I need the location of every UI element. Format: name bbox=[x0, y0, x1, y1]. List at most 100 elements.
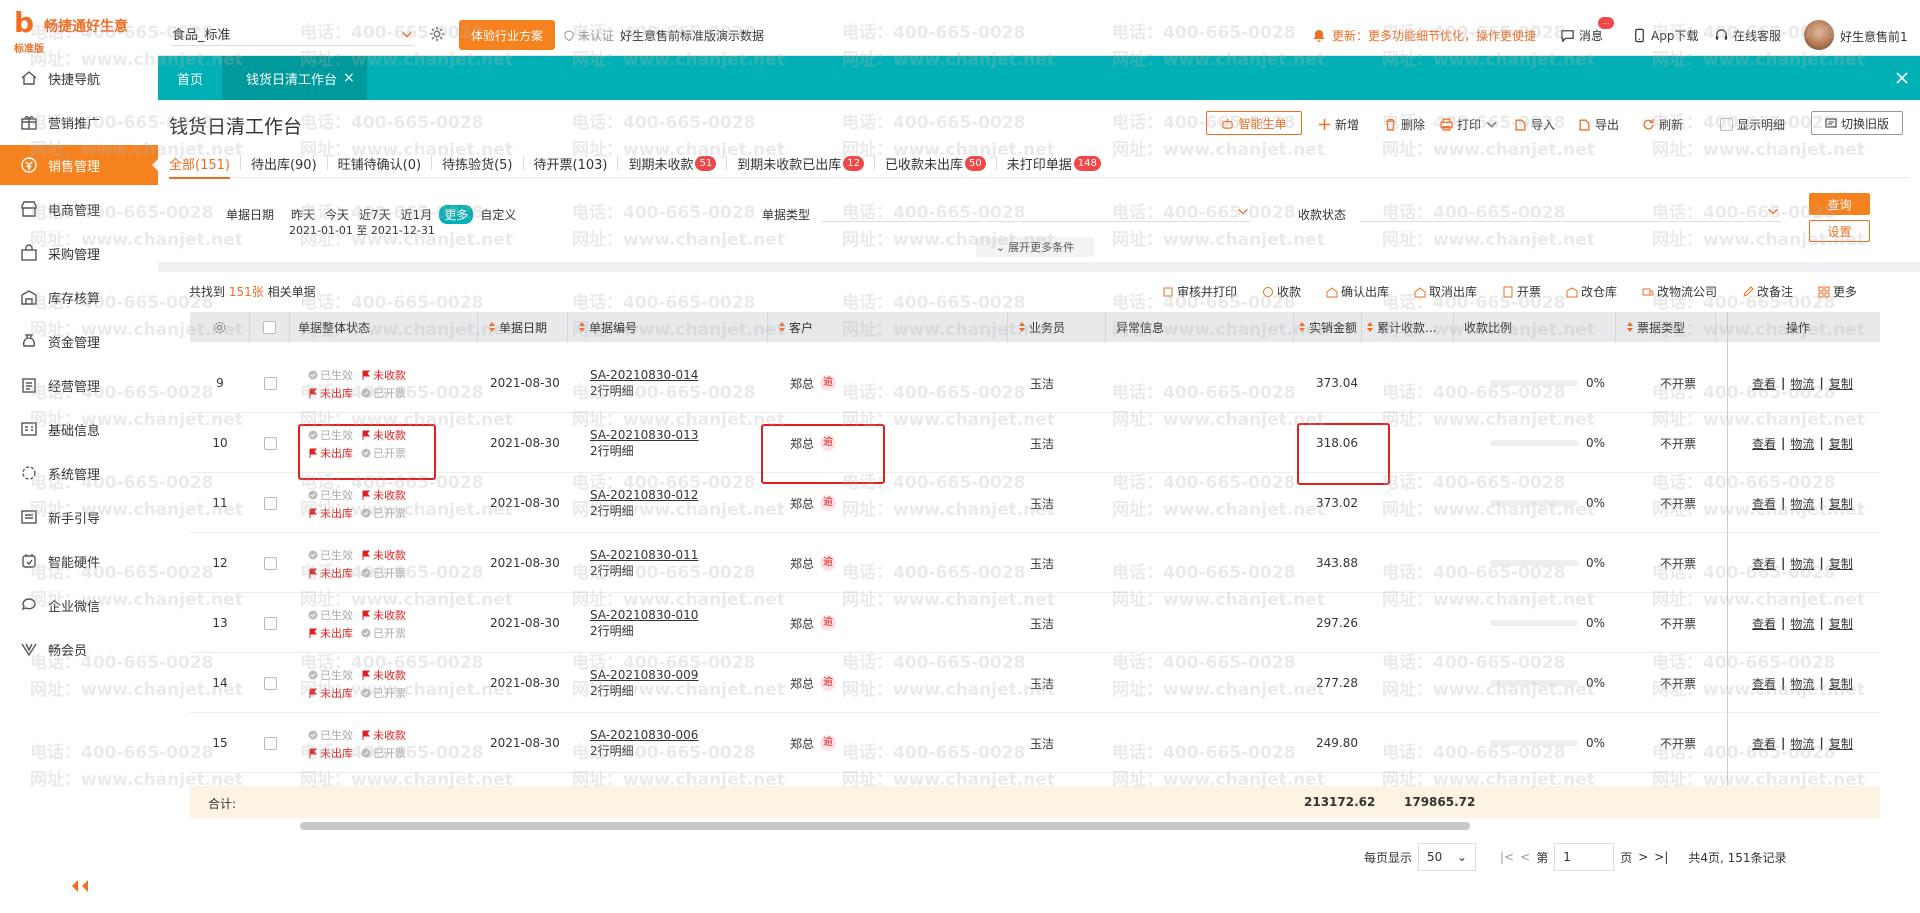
close-tab-icon[interactable]: × bbox=[343, 70, 355, 86]
table-row[interactable]: 11 已生效 未收款 未出库 已开票 2021-08-30 SA-20210830-012 2… bbox=[190, 473, 1880, 533]
show-detail-checkbox[interactable] bbox=[1720, 117, 1733, 131]
date-range-value[interactable]: 2021-01-01 至 2021-12-31 bbox=[289, 222, 435, 238]
change-warehouse-button[interactable]: 改仓库 bbox=[1566, 283, 1617, 300]
account-select[interactable]: 食品_标准 bbox=[172, 22, 414, 46]
date-more[interactable]: 更多 bbox=[439, 205, 474, 224]
user-avatar[interactable] bbox=[1804, 20, 1834, 50]
table-row[interactable]: 10 已生效 未收款 未出库 已开票 2021-08-30 SA-20210830-013 2… bbox=[190, 413, 1880, 473]
next-page-icon[interactable]: > bbox=[1638, 850, 1648, 864]
smart-create-button[interactable]: 智能生单 bbox=[1206, 111, 1302, 135]
import-button[interactable]: 导入 bbox=[1514, 112, 1555, 136]
view-link[interactable]: 查看 bbox=[1752, 375, 1776, 392]
col-received[interactable]: 累计收款... bbox=[1362, 312, 1454, 342]
view-link[interactable]: 查看 bbox=[1752, 735, 1776, 752]
row-select[interactable] bbox=[250, 413, 290, 473]
print-button[interactable]: 打印 bbox=[1440, 112, 1498, 136]
date-custom[interactable]: 自定义 bbox=[477, 205, 519, 224]
gear-icon[interactable] bbox=[428, 25, 446, 43]
row-select[interactable] bbox=[250, 713, 290, 773]
copy-link[interactable]: 复制 bbox=[1829, 435, 1853, 452]
close-icon[interactable] bbox=[1894, 70, 1910, 86]
table-row[interactable]: 12 已生效 未收款 未出库 已开票 2021-08-30 SA-20210830-011 2… bbox=[190, 533, 1880, 593]
tab-home[interactable]: 首页 bbox=[158, 56, 222, 100]
view-link[interactable]: 查看 bbox=[1752, 435, 1776, 452]
change-logistics-button[interactable]: 改物流公司 bbox=[1642, 283, 1717, 300]
show-detail-toggle[interactable]: 显示明细 bbox=[1720, 112, 1785, 136]
logistics-link[interactable]: 物流 bbox=[1790, 435, 1814, 452]
cancel-outbound-button[interactable]: 取消出库 bbox=[1414, 283, 1477, 300]
tab-shop-pending[interactable]: 旺铺待确认(0) bbox=[338, 148, 421, 178]
col-ticket[interactable]: 票据类型 bbox=[1616, 312, 1716, 342]
online-support-button[interactable]: 在线客服 bbox=[1714, 27, 1781, 44]
order-code-link[interactable]: SA-20210830-014 bbox=[590, 368, 698, 382]
horizontal-scrollbar[interactable] bbox=[300, 822, 1470, 830]
table-row[interactable]: 15 已生效 未收款 未出库 已开票 2021-08-30 SA-20210830-006 2… bbox=[190, 713, 1880, 773]
row-checkbox[interactable] bbox=[263, 556, 277, 570]
row-select[interactable] bbox=[250, 353, 290, 413]
col-date[interactable]: 单据日期 bbox=[478, 312, 568, 342]
view-link[interactable]: 查看 bbox=[1752, 555, 1776, 572]
audit-print-button[interactable]: 审核并打印 bbox=[1162, 283, 1237, 300]
collapse-sidebar-icon[interactable] bbox=[70, 878, 90, 894]
copy-link[interactable]: 复制 bbox=[1829, 495, 1853, 512]
expand-conditions-button[interactable]: ⌄ 展开更多条件 bbox=[976, 237, 1094, 257]
export-button[interactable]: 导出 bbox=[1578, 112, 1619, 136]
col-code[interactable]: 单据编号 bbox=[568, 312, 768, 342]
select-all[interactable] bbox=[250, 312, 290, 342]
update-notice[interactable]: 更新：更多功能细节优化，操作更便捷 bbox=[1312, 27, 1540, 44]
row-select[interactable] bbox=[250, 533, 290, 593]
add-button[interactable]: 新增 bbox=[1318, 112, 1359, 136]
order-code-link[interactable]: SA-20210830-006 bbox=[590, 728, 698, 742]
change-remark-button[interactable]: 改备注 bbox=[1742, 283, 1793, 300]
page-input[interactable]: 1 bbox=[1554, 843, 1615, 871]
tab-overdue-shipped[interactable]: 到期未收款已出库 12 bbox=[737, 148, 864, 178]
sidebar-item-hardware[interactable]: 智能硬件 bbox=[0, 541, 158, 581]
sidebar-item-system[interactable]: 系统管理 bbox=[0, 453, 158, 493]
table-row[interactable]: 14 已生效 未收款 未出库 已开票 2021-08-30 SA-20210830-009 2… bbox=[190, 653, 1880, 713]
sidebar-item-funds[interactable]: 资金管理 bbox=[0, 321, 158, 361]
tab-pending-check[interactable]: 待拣验货(5) bbox=[442, 148, 512, 178]
col-staff[interactable]: 业务员 bbox=[1008, 312, 1106, 342]
row-checkbox[interactable] bbox=[263, 436, 277, 450]
sidebar-item-operations[interactable]: 经营管理 bbox=[0, 365, 158, 405]
tab-pending-invoice[interactable]: 待开票(103) bbox=[534, 148, 608, 178]
view-link[interactable]: 查看 bbox=[1752, 675, 1776, 692]
receive-payment-button[interactable]: 收款 bbox=[1262, 283, 1301, 300]
logistics-link[interactable]: 物流 bbox=[1790, 735, 1814, 752]
app-download-button[interactable]: App下载 bbox=[1632, 27, 1698, 44]
select-all-checkbox[interactable] bbox=[263, 320, 276, 334]
table-row[interactable]: 13 已生效 未收款 未出库 已开票 2021-08-30 SA-20210830-010 2… bbox=[190, 593, 1880, 653]
query-button[interactable]: 查询 bbox=[1809, 193, 1870, 215]
tab-current[interactable]: 钱货日清工作台 × bbox=[222, 56, 367, 100]
sidebar-item-quick-nav[interactable]: 快捷导航 bbox=[0, 58, 158, 98]
invoice-button[interactable]: 开票 bbox=[1502, 283, 1541, 300]
tab-overdue-unpaid[interactable]: 到期未收款 51 bbox=[628, 148, 717, 178]
table-row[interactable]: 9 已生效 未收款 未出库 已开票 2021-08-30 SA-20210830-014 2行… bbox=[190, 353, 1880, 413]
copy-link[interactable]: 复制 bbox=[1829, 375, 1853, 392]
trial-industry-button[interactable]: 体验行业方案 bbox=[459, 20, 556, 50]
copy-link[interactable]: 复制 bbox=[1829, 735, 1853, 752]
row-checkbox[interactable] bbox=[263, 376, 277, 390]
app-logo[interactable]: b 畅捷通好生意 标准版 bbox=[0, 0, 158, 56]
row-checkbox[interactable] bbox=[263, 676, 277, 690]
order-code-link[interactable]: SA-20210830-013 bbox=[590, 428, 698, 442]
copy-link[interactable]: 复制 bbox=[1829, 615, 1853, 632]
messages-button[interactable]: 消息 bbox=[1560, 27, 1603, 44]
tab-paid-unshipped[interactable]: 已收款未出库 50 bbox=[885, 148, 986, 178]
sidebar-item-purchase[interactable]: 采购管理 bbox=[0, 233, 158, 273]
per-page-select[interactable]: 50 ⌄ bbox=[1418, 843, 1477, 871]
copy-link[interactable]: 复制 bbox=[1829, 675, 1853, 692]
row-checkbox[interactable] bbox=[263, 736, 277, 750]
order-code-link[interactable]: SA-20210830-011 bbox=[590, 548, 698, 562]
column-settings[interactable] bbox=[190, 312, 250, 342]
sidebar-item-basic-info[interactable]: 基础信息 bbox=[0, 409, 158, 449]
row-select[interactable] bbox=[250, 593, 290, 653]
order-code-link[interactable]: SA-20210830-012 bbox=[590, 488, 698, 502]
user-name[interactable]: 好生意售前1 bbox=[1840, 28, 1908, 45]
order-code-link[interactable]: SA-20210830-010 bbox=[590, 608, 698, 622]
logistics-link[interactable]: 物流 bbox=[1790, 375, 1814, 392]
sidebar-item-member[interactable]: 畅会员 bbox=[0, 629, 158, 669]
sidebar-item-wecom[interactable]: 企业微信 bbox=[0, 585, 158, 625]
col-amount[interactable]: 实销金额 bbox=[1294, 312, 1362, 342]
doc-type-select[interactable] bbox=[822, 200, 1250, 222]
